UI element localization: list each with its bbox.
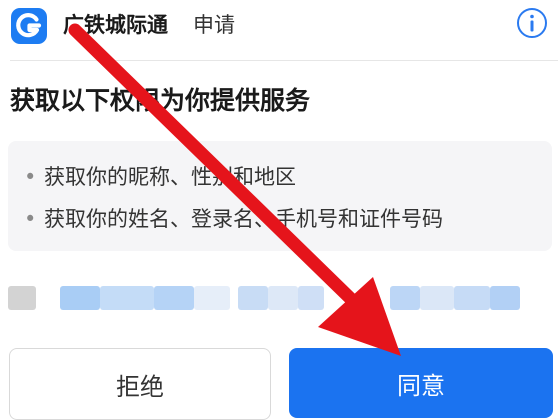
bullet: • (24, 207, 37, 231)
redacted-block (490, 286, 520, 310)
app-logo-icon (11, 8, 47, 44)
redacted-block (298, 286, 324, 310)
apply-label: 申请 (193, 13, 235, 37)
permission-item: • 获取你的昵称、性别和地区 (24, 161, 296, 193)
redacted-block (268, 286, 298, 310)
permissions-title: 获取以下权限为你提供服务 (10, 86, 311, 115)
bullet: • (24, 165, 37, 189)
redacted-block (390, 286, 420, 310)
redacted-block (60, 286, 100, 310)
reject-button[interactable]: 拒绝 (9, 348, 271, 420)
redacted-block (238, 286, 268, 310)
redacted-block (100, 286, 154, 310)
authorization-header: 广铁城际通 申请 (0, 0, 558, 56)
redacted-block (194, 286, 230, 310)
header-divider (10, 60, 558, 61)
permissions-list: • 获取你的昵称、性别和地区 • 获取你的姓名、登录名、手机号和证件号码 (8, 141, 552, 251)
agree-button[interactable]: 同意 (289, 348, 553, 418)
app-name: 广铁城际通 (63, 13, 168, 37)
permission-item-label: 获取你的昵称、性别和地区 (44, 165, 296, 189)
redacted-block (454, 286, 490, 310)
redacted-block (420, 286, 454, 310)
redacted-info-row (0, 286, 558, 310)
permission-item-label: 获取你的姓名、登录名、手机号和证件号码 (44, 207, 443, 231)
permission-item: • 获取你的姓名、登录名、手机号和证件号码 (24, 203, 443, 235)
reject-button-label: 拒绝 (116, 373, 164, 401)
info-icon[interactable] (515, 6, 549, 40)
agree-button-label: 同意 (397, 372, 445, 400)
redacted-block (154, 286, 194, 310)
redacted-block (8, 286, 36, 310)
